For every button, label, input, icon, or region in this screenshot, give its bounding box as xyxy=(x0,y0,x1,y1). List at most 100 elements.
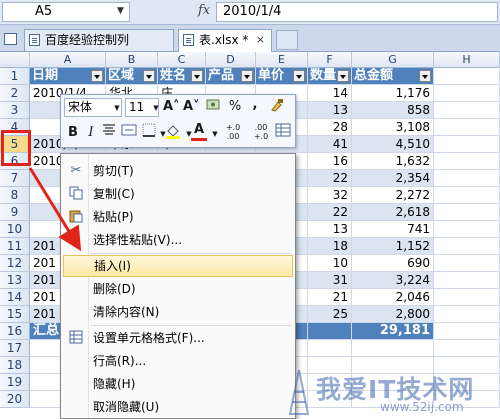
table-cell[interactable] xyxy=(434,204,500,221)
table-cell[interactable] xyxy=(434,221,500,238)
column-header-g[interactable]: G xyxy=(352,52,434,68)
table-header-cell[interactable]: 单价 xyxy=(256,68,308,85)
filter-dropdown-icon[interactable] xyxy=(337,70,349,82)
table-cell[interactable]: 2,354 xyxy=(352,170,434,187)
table-cell[interactable]: 14 xyxy=(308,85,352,102)
row-header[interactable]: 7 xyxy=(0,170,30,187)
row-header[interactable]: 2 xyxy=(0,85,30,102)
new-tab-button[interactable] xyxy=(276,30,298,50)
table-cell[interactable] xyxy=(434,323,500,340)
table-cell[interactable] xyxy=(308,323,352,340)
menu-item-copy[interactable]: 复制(C) xyxy=(63,183,293,205)
table-header-cell[interactable]: 总金额 xyxy=(352,68,434,85)
column-header-c[interactable]: C xyxy=(158,52,206,68)
filter-dropdown-icon[interactable] xyxy=(241,70,253,82)
format-painter-icon[interactable] xyxy=(269,97,285,117)
table-cell[interactable]: 2,618 xyxy=(352,204,434,221)
table-cell[interactable]: 1,152 xyxy=(352,238,434,255)
table-cell[interactable]: 858 xyxy=(352,102,434,119)
table-cell[interactable]: 2,800 xyxy=(352,306,434,323)
row-header[interactable]: 12 xyxy=(0,255,30,272)
table-cell[interactable]: 13 xyxy=(308,102,352,119)
table-cell[interactable] xyxy=(434,187,500,204)
column-header-h[interactable]: H xyxy=(434,52,500,68)
tab-workbook-1[interactable]: 百度经验控制列表.xlsm * xyxy=(24,29,174,67)
table-cell[interactable]: 741 xyxy=(352,221,434,238)
table-cell[interactable]: 16 xyxy=(308,153,352,170)
table-cell[interactable]: 3,108 xyxy=(352,119,434,136)
table-cell[interactable]: 25 xyxy=(308,306,352,323)
chevron-down-icon[interactable]: ▼ xyxy=(148,98,164,118)
table-cell[interactable]: 1,176 xyxy=(352,85,434,102)
row-header[interactable]: 9 xyxy=(0,204,30,221)
filter-dropdown-icon[interactable] xyxy=(143,70,155,82)
table-cell[interactable]: 18 xyxy=(308,238,352,255)
table-cell[interactable] xyxy=(434,272,500,289)
table-cell[interactable] xyxy=(434,102,500,119)
name-box[interactable]: A5 xyxy=(2,2,130,22)
table-cell[interactable]: 690 xyxy=(352,255,434,272)
table-cell[interactable] xyxy=(434,170,500,187)
row-header[interactable]: 8 xyxy=(0,187,30,204)
table-cell[interactable]: 13 xyxy=(308,221,352,238)
align-center-icon[interactable] xyxy=(101,123,117,143)
row-header[interactable]: 18 xyxy=(0,357,30,374)
total-value-cell[interactable]: 29,181 xyxy=(352,323,434,340)
table-cell[interactable]: 32 xyxy=(308,187,352,204)
name-box-dropdown-icon[interactable]: ▼ xyxy=(117,2,124,20)
table-cell[interactable]: 1,632 xyxy=(352,153,434,170)
menu-item-clear-contents[interactable]: 清除内容(N) xyxy=(63,301,293,323)
table-cell[interactable] xyxy=(434,289,500,306)
fill-color-icon[interactable] xyxy=(165,123,181,143)
table-cell[interactable]: 3,224 xyxy=(352,272,434,289)
italic-button[interactable]: I xyxy=(83,123,99,143)
menu-item-format-cells[interactable]: 设置单元格格式(F)... xyxy=(63,327,293,349)
table-cell[interactable] xyxy=(308,340,352,357)
row-header[interactable]: 1 xyxy=(0,68,30,85)
chevron-down-icon[interactable]: ▼ xyxy=(109,98,125,118)
table-header-cell[interactable]: 数量 xyxy=(308,68,352,85)
close-icon[interactable]: × xyxy=(256,30,265,50)
table-cell[interactable]: 41 xyxy=(308,136,352,153)
menu-item-paste-special[interactable]: 选择性粘贴(V)... xyxy=(63,229,293,251)
table-cell[interactable]: 10 xyxy=(308,255,352,272)
decrease-decimal-button[interactable]: .00 +.0 xyxy=(247,123,275,143)
grow-font-button[interactable]: A˄ xyxy=(163,97,180,117)
accounting-format-icon[interactable] xyxy=(203,97,225,117)
shrink-font-button[interactable]: A˅ xyxy=(183,97,200,117)
menu-item-cut[interactable]: ✂ 剪切(T) xyxy=(63,160,293,182)
row-header[interactable]: 3 xyxy=(0,102,30,119)
menu-item-row-height[interactable]: 行高(R)... xyxy=(63,350,293,372)
table-cell[interactable] xyxy=(434,85,500,102)
row-header[interactable]: 16 xyxy=(0,323,30,340)
increase-decimal-button[interactable]: +.0 .00 xyxy=(219,123,247,143)
column-header-e[interactable]: E xyxy=(256,52,308,68)
table-cell[interactable] xyxy=(434,68,500,85)
table-cell[interactable]: 31 xyxy=(308,272,352,289)
table-cell[interactable]: 22 xyxy=(308,170,352,187)
comma-style-button[interactable]: , xyxy=(247,95,263,115)
menu-item-delete[interactable]: 删除(D) xyxy=(63,278,293,300)
format-table-icon[interactable] xyxy=(275,123,291,143)
table-cell[interactable] xyxy=(434,238,500,255)
table-cell[interactable]: 2,272 xyxy=(352,187,434,204)
table-cell[interactable]: 28 xyxy=(308,119,352,136)
table-cell[interactable] xyxy=(434,255,500,272)
filter-dropdown-icon[interactable] xyxy=(419,70,431,82)
row-header[interactable]: 13 xyxy=(0,272,30,289)
table-cell[interactable] xyxy=(434,306,500,323)
row-header[interactable]: 19 xyxy=(0,374,30,391)
percent-style-button[interactable]: % xyxy=(227,97,243,117)
row-header[interactable]: 15 xyxy=(0,306,30,323)
row-header[interactable]: 20 xyxy=(0,391,30,408)
bold-button[interactable]: B xyxy=(65,123,81,143)
table-header-cell[interactable]: 产品 xyxy=(206,68,256,85)
table-header-cell[interactable]: 区域 xyxy=(106,68,158,85)
row-header[interactable]: 14 xyxy=(0,289,30,306)
select-all-corner[interactable] xyxy=(0,52,30,68)
table-cell[interactable]: 22 xyxy=(308,204,352,221)
table-cell[interactable]: 21 xyxy=(308,289,352,306)
table-header-cell[interactable]: 日期 xyxy=(30,68,106,85)
filter-dropdown-icon[interactable] xyxy=(191,70,203,82)
table-header-cell[interactable]: 姓名 xyxy=(158,68,206,85)
